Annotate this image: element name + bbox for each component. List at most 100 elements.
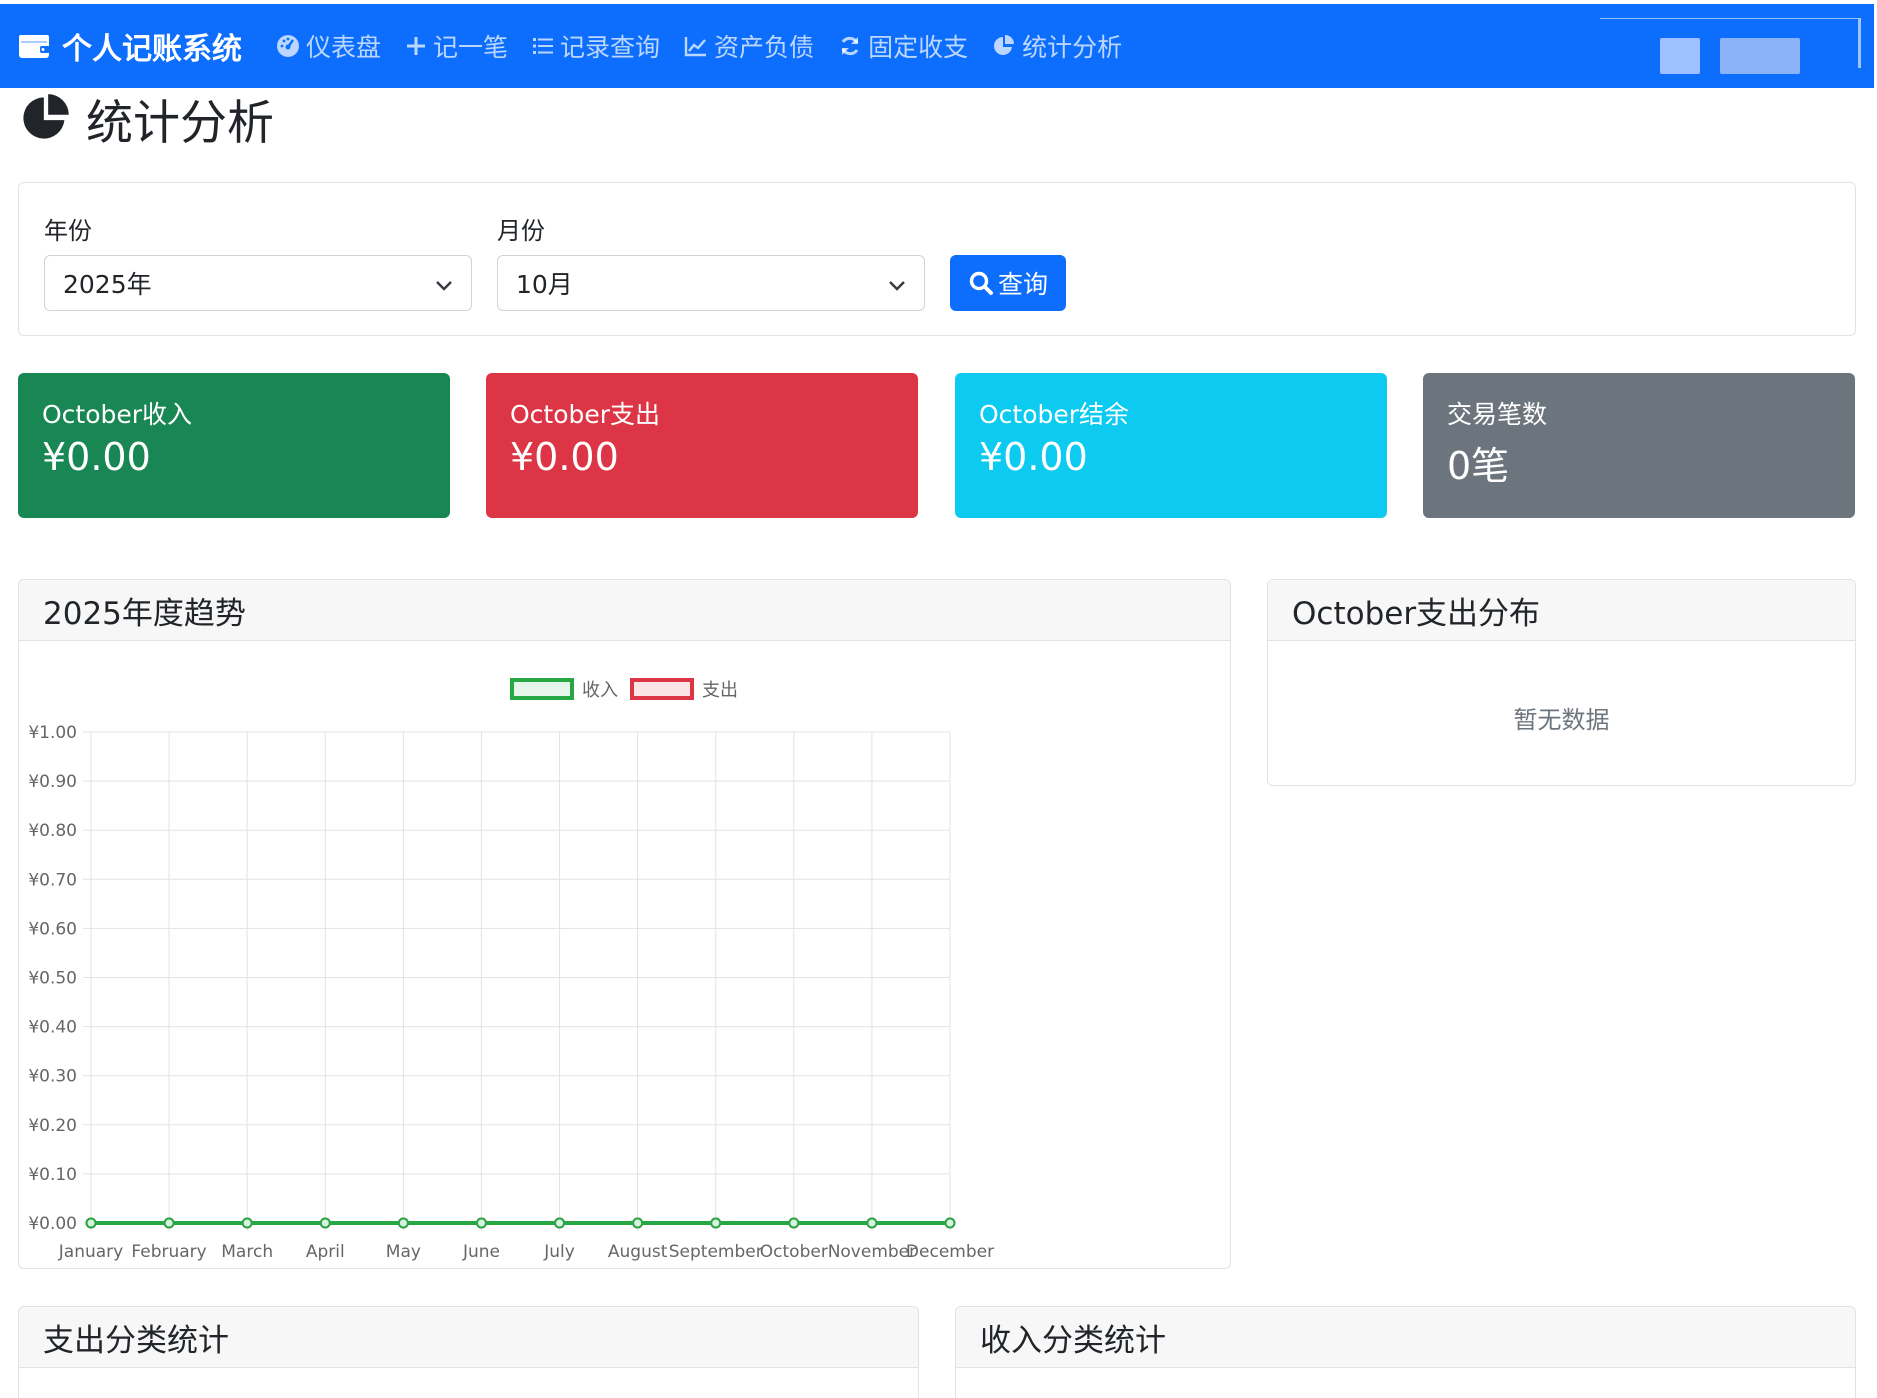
data-point [241,1217,253,1229]
nav-label: 固定收支 [868,33,969,62]
month-label: 月份 [497,217,545,245]
brand-title: 个人记账系统 [62,32,242,67]
x-tick-label: April [306,1242,345,1262]
data-point [475,1217,487,1229]
nav-item-add-record[interactable]: 记一笔 [405,28,508,64]
expense-category-card: 支出分类统计 [18,1306,919,1398]
trend-card-title: 2025年度趋势 [19,580,1230,641]
redacted-avatar [1660,38,1700,74]
search-icon [968,270,994,296]
year-label: 年份 [44,217,92,245]
year-select-value: 2025年 [63,270,152,299]
y-tick-label: ¥0.50 [28,969,77,989]
legend-swatch [630,678,694,700]
data-point [163,1217,175,1229]
pie-chart-icon [992,34,1016,58]
nav-item-records[interactable]: 记录查询 [532,28,660,64]
redacted-username [1720,38,1800,74]
x-tick-label: January [58,1242,123,1262]
nav-label: 记一笔 [433,33,509,62]
navbar: 个人记账系统 仪表盘 记一笔 记录查询 资产负债 固定收支 统计分析 [0,4,1874,88]
nav-item-recurring[interactable]: 固定收支 [838,28,968,64]
legend-label: 收入 [582,680,618,701]
refresh-icon [838,34,862,58]
y-tick-label: ¥0.90 [28,772,77,792]
legend-label: 支出 [702,680,738,701]
x-tick-label: December [906,1242,994,1262]
x-tick-label: February [131,1242,206,1262]
plus-icon [405,35,427,57]
page-title: 统计分析 [20,88,274,151]
nav-item-assets[interactable]: 资产负债 [684,28,814,64]
data-point [866,1217,878,1229]
stat-label: 交易笔数 [1447,400,1548,429]
stat-value: 0笔 [1447,444,1510,488]
year-select[interactable]: 2025年 [44,255,472,311]
nav-item-statistics[interactable]: 统计分析 [992,28,1122,64]
y-tick-label: ¥0.00 [28,1214,77,1234]
x-tick-label: June [462,1242,500,1262]
x-tick-label: September [669,1242,763,1262]
stat-card-income: October收入 ¥0.00 [18,373,450,518]
stat-card-balance: October结余 ¥0.00 [955,373,1387,518]
y-tick-label: ¥0.80 [28,821,77,841]
nav-menu: 仪表盘 记一笔 记录查询 资产负债 固定收支 统计分析 [276,28,1146,64]
x-tick-label: August [608,1242,668,1262]
distribution-card-title: October支出分布 [1268,580,1855,641]
page-title-text: 统计分析 [86,95,274,151]
x-tick-label: May [386,1242,421,1262]
chevron-down-icon [888,269,906,298]
query-button-label: 查询 [997,270,1048,299]
data-point [319,1217,331,1229]
y-tick-label: ¥0.60 [28,919,77,939]
filter-card: 年份 2025年 月份 10月 查询 [18,182,1856,336]
data-point [710,1217,722,1229]
data-point [85,1217,97,1229]
y-tick-label: ¥0.20 [28,1116,77,1136]
user-menu-border [1600,18,1858,19]
month-select-value: 10月 [516,270,573,299]
empty-state-text: 暂无数据 [1513,706,1610,734]
nav-label: 统计分析 [1022,33,1123,62]
x-tick-label: March [221,1242,273,1262]
data-point [788,1217,800,1229]
line-chart-icon [684,35,708,57]
speedometer-icon [276,34,300,58]
nav-item-dashboard[interactable]: 仪表盘 [276,28,381,64]
stat-card-transactions: 交易笔数 0笔 [1423,373,1855,518]
data-point [397,1217,409,1229]
legend-swatch [510,678,574,700]
y-tick-label: ¥0.10 [28,1165,77,1185]
stat-label: October结余 [979,400,1130,429]
chevron-down-icon [435,269,453,298]
x-tick-label: November [828,1242,916,1262]
x-tick-label: October [760,1242,828,1262]
y-tick-label: ¥0.70 [28,870,77,890]
nav-label: 记录查询 [560,33,661,62]
trend-chart: ¥0.00 ¥0.10 ¥0.20 ¥0.30 ¥0.40 ¥0.50 ¥0.60 ¥0.70… [28,678,994,1262]
income-category-card: 收入分类统计 [955,1306,1856,1398]
stat-card-expense: October支出 ¥0.00 [486,373,918,518]
trend-card: 2025年度趋势 ¥0.00 ¥0.10 ¥0.20 ¥0.30 ¥0.40 ¥0.50 ¥… [18,579,1231,1269]
income-category-title: 收入分类统计 [956,1307,1855,1368]
user-menu[interactable] [1600,12,1861,80]
wallet-icon [18,32,50,60]
y-tick-label: ¥1.00 [28,723,77,743]
user-menu-edge [1858,18,1861,68]
query-button[interactable]: 查询 [950,255,1066,311]
y-tick-label: ¥0.40 [28,1018,77,1038]
nav-label: 资产负债 [714,33,815,62]
data-point [554,1217,566,1229]
stat-value: ¥0.00 [42,435,151,479]
distribution-card: October支出分布 暂无数据 [1267,579,1856,786]
y-tick-label: ¥0.30 [28,1067,77,1087]
month-select[interactable]: 10月 [497,255,925,311]
stat-label: October收入 [42,400,193,429]
x-tick-label: July [543,1242,575,1262]
data-point [944,1217,956,1229]
pie-chart-icon [20,92,72,144]
brand-link[interactable]: 个人记账系统 [18,24,242,68]
data-point [632,1217,644,1229]
stat-label: October支出 [510,400,661,429]
stat-value: ¥0.00 [979,435,1088,479]
